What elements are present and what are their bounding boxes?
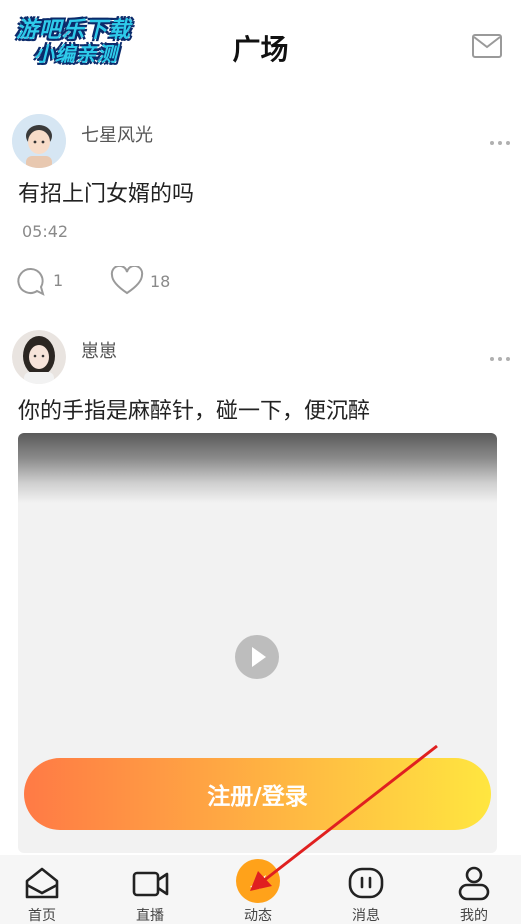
bottom-nav: 首页 直播 动态 消息 我的: [0, 855, 521, 924]
nav-label: 动态: [244, 908, 272, 924]
post-content[interactable]: 你的手指是麻醉针，碰一下，便沉醉: [18, 393, 370, 425]
comment-count: 1: [53, 271, 64, 290]
nav-label: 直播: [136, 908, 164, 924]
more-icon[interactable]: [489, 140, 511, 146]
play-icon[interactable]: [235, 635, 279, 679]
avatar[interactable]: [12, 330, 66, 384]
page-title: 广场: [232, 33, 289, 66]
message-icon: [348, 867, 384, 899]
send-icon: [236, 859, 280, 903]
nav-item-live[interactable]: 直播: [110, 855, 190, 924]
post-content[interactable]: 有招上门女婿的吗: [18, 176, 194, 208]
nav-item-profile[interactable]: 我的: [434, 855, 514, 924]
home-icon: [25, 867, 59, 899]
nav-label: 首页: [28, 908, 56, 924]
video-camera-icon: [132, 871, 169, 897]
nav-label: 消息: [352, 908, 380, 924]
register-login-button[interactable]: 注册/登录: [24, 758, 491, 830]
post-time: 05:42: [22, 222, 69, 241]
comment-icon[interactable]: [16, 266, 46, 296]
header: 广场: [0, 0, 521, 90]
user-icon: [458, 866, 490, 901]
post-username[interactable]: 七星风光: [81, 121, 153, 147]
nav-item-home[interactable]: 首页: [2, 855, 82, 924]
nav-item-feed[interactable]: 动态: [218, 855, 298, 924]
post-username[interactable]: 崽崽: [81, 337, 117, 363]
more-icon[interactable]: [489, 356, 511, 362]
nav-label: 我的: [460, 908, 488, 924]
avatar[interactable]: [12, 114, 66, 168]
heart-icon[interactable]: [110, 266, 144, 296]
like-count: 18: [150, 272, 171, 291]
nav-item-messages[interactable]: 消息: [326, 855, 406, 924]
mail-icon[interactable]: [471, 33, 503, 59]
